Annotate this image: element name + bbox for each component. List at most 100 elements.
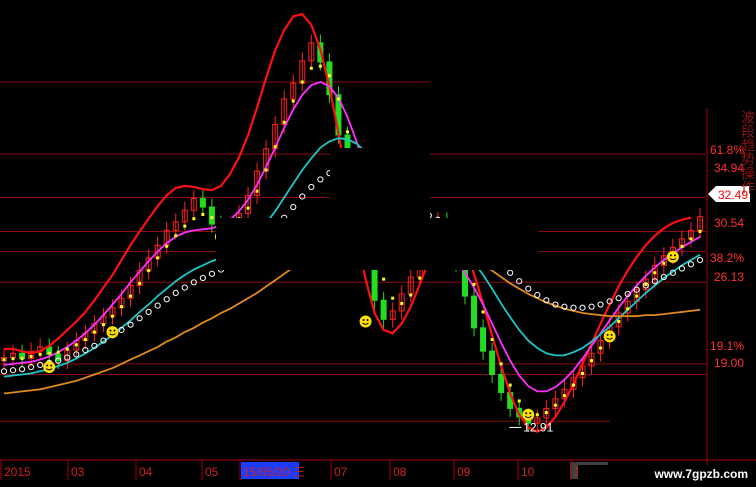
ma-dot: [165, 244, 169, 248]
candle-body: [480, 327, 487, 352]
ma-dot: [11, 357, 15, 361]
ma-dot: [174, 234, 178, 238]
candle-body: [55, 353, 62, 362]
candle-body: [498, 373, 505, 393]
ma-dot: [336, 97, 340, 101]
ma-circle: [208, 270, 215, 277]
smiley-eye: [362, 319, 365, 321]
ma-dot: [309, 66, 313, 70]
mask-block: [330, 148, 430, 228]
ma-dot: [327, 74, 331, 78]
ma-dot: [409, 293, 413, 297]
ma-dot: [481, 310, 485, 314]
ma-dot: [183, 224, 187, 228]
ma-dot: [635, 294, 639, 298]
ma-circle: [525, 285, 532, 292]
ma-dot: [2, 358, 6, 362]
candle-body: [199, 198, 206, 208]
x-tick-label: 05: [205, 465, 219, 479]
ma-dot: [83, 338, 87, 342]
ma-dot: [74, 343, 78, 347]
watermark: www.7gpzb.com: [578, 465, 748, 483]
candle-body: [208, 206, 215, 225]
ma-dot: [644, 282, 648, 286]
ma-dot: [517, 399, 521, 403]
ma-dot: [499, 362, 503, 366]
smiley-icon: [603, 330, 616, 343]
ma-dot: [490, 338, 494, 342]
ma-dot: [210, 216, 214, 220]
ma-dot: [345, 130, 349, 134]
ma-circle: [290, 203, 297, 211]
x-tick-label: 09: [457, 465, 471, 479]
ma-dot: [92, 330, 96, 334]
smiley-icon: [106, 326, 119, 339]
smiley-eye: [610, 333, 613, 336]
ma-dot: [47, 351, 51, 355]
ma-circle: [9, 367, 17, 374]
smiley-eye: [50, 364, 53, 367]
ma-dot: [110, 314, 114, 318]
ma-dot: [255, 189, 259, 193]
smiley-icon: [359, 315, 372, 328]
smiley-face: [359, 315, 372, 328]
ma-circle: [534, 291, 541, 299]
ma-dot: [29, 354, 33, 358]
ma-dot: [418, 276, 422, 280]
x-tick-label: 10: [521, 465, 535, 479]
ma-circle: [163, 296, 170, 303]
mask-block: [0, 0, 270, 8]
ma-dot: [65, 347, 69, 351]
ma-circle: [181, 284, 188, 291]
ma-circle: [570, 304, 577, 311]
x-axis: 201503040515/05/20 三0708091011: [0, 460, 608, 480]
side-text: 波段趋势操作: [740, 110, 755, 194]
ma-dot: [382, 277, 386, 281]
ma-circle: [317, 176, 324, 183]
ma-circle: [18, 366, 26, 373]
smiley-eye: [529, 412, 532, 415]
smiley-face: [522, 408, 535, 421]
smiley-eye: [109, 329, 112, 332]
smiley-face: [666, 250, 679, 263]
ma-circle: [154, 302, 161, 309]
candle-body: [489, 350, 496, 375]
ma-circle: [136, 315, 143, 322]
ma-dot: [535, 413, 539, 417]
ma-dot: [662, 261, 666, 265]
ma-circle: [615, 295, 622, 302]
ma-dot: [192, 217, 196, 221]
x-tick-label: 08: [393, 465, 407, 479]
ma-dot: [680, 244, 684, 248]
ma-circle: [687, 261, 695, 268]
smiley-eye: [113, 329, 116, 332]
low-price-label: 12.91: [523, 420, 553, 434]
ma-dot: [291, 99, 295, 103]
ma-dot: [562, 394, 566, 398]
ma-dot: [273, 145, 277, 149]
ma-dot: [138, 281, 142, 285]
ma-circle: [696, 256, 704, 264]
ma-circle: [37, 361, 44, 369]
ma-circle: [579, 304, 586, 311]
smiley-face: [106, 326, 119, 339]
smiley-eye: [525, 412, 528, 415]
smiley-eye: [673, 254, 676, 257]
ma-dot: [580, 371, 584, 375]
ma-dot: [38, 352, 42, 356]
ma-dot: [318, 64, 322, 68]
stock-chart: 61.8%34.9430.5438.2%26.1319.1%19.00 2015…: [0, 0, 756, 480]
x-tick-label: 15/05/20 三: [243, 465, 305, 479]
ma-dot: [156, 256, 160, 260]
ma-circle: [0, 368, 8, 375]
smiley-face: [603, 330, 616, 343]
ma-dot: [698, 229, 702, 233]
ma-dot: [653, 271, 657, 275]
x-tick-label: 07: [334, 465, 348, 479]
smiley-eye: [46, 364, 49, 367]
ma-dot: [201, 212, 205, 216]
ma-dot: [544, 411, 548, 415]
ma-circle: [507, 269, 514, 276]
ma-dot: [689, 237, 693, 241]
ma-circle: [588, 303, 595, 310]
